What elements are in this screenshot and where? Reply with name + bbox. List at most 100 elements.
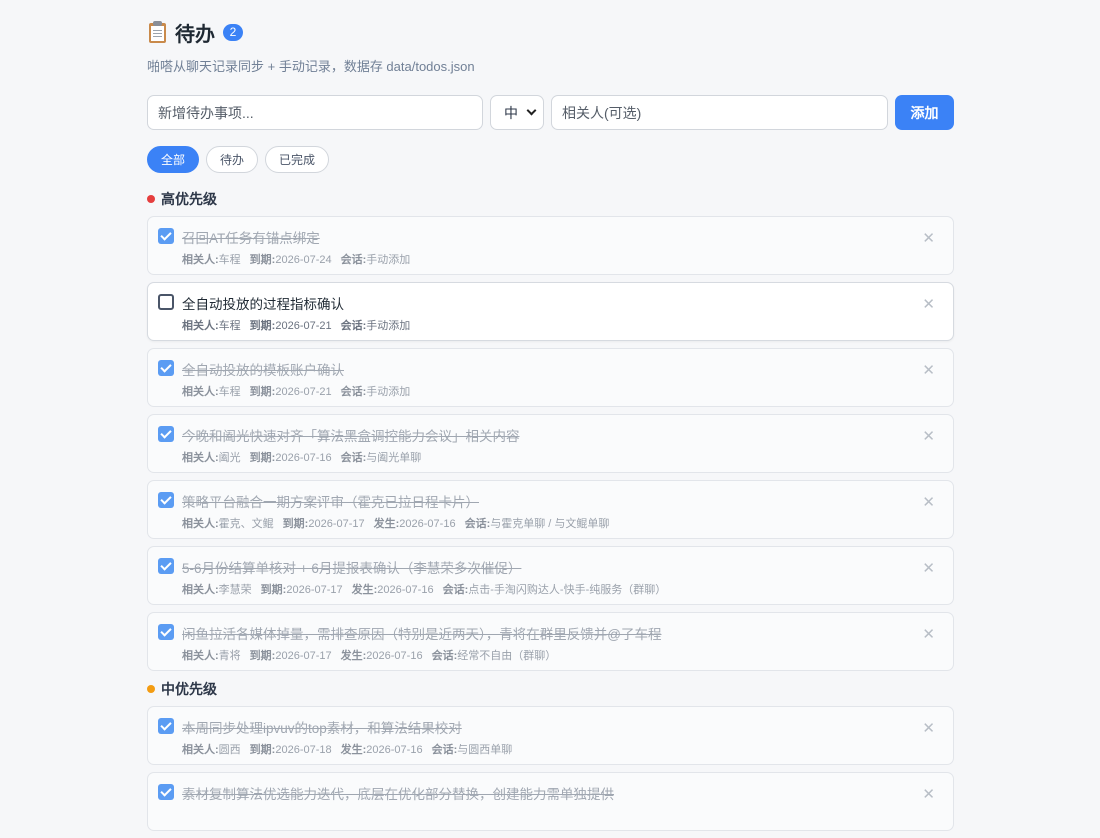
close-icon[interactable]: ✕	[922, 785, 935, 803]
checkbox-icon[interactable]	[158, 718, 174, 734]
meta-value: 阖光	[218, 452, 241, 464]
add-todo-form: 中 添加	[147, 95, 954, 130]
checkbox-icon[interactable]	[158, 294, 174, 310]
priority-dot-icon	[147, 685, 155, 693]
meta-key: 发生:	[373, 518, 400, 530]
meta-key: 会话:	[442, 584, 469, 596]
meta-key: 相关人:	[182, 650, 219, 662]
chevron-down-icon	[526, 105, 537, 116]
todo-meta: 相关人:阖光 到期:2026-07-16 会话:与阖光单聊	[182, 449, 430, 465]
todo-item: 闲鱼拉活各媒体掉量，需排查原因（特别是近两天），青将在群里反馈并@了车程 相关人:…	[147, 612, 954, 671]
checkbox-icon[interactable]	[158, 558, 174, 574]
meta-key: 发生:	[340, 650, 367, 662]
meta-key: 相关人:	[182, 518, 219, 530]
person-input[interactable]	[551, 95, 888, 130]
meta-key: 到期:	[249, 320, 276, 332]
meta-key: 会话:	[431, 744, 458, 756]
meta-key: 相关人:	[182, 744, 219, 756]
meta-value: 车程	[218, 386, 241, 398]
todo-list: 召回AT任务有锚点绑定 相关人:车程 到期:2026-07-24 会话:手动添加 ✕ 全自…	[147, 216, 954, 671]
close-icon[interactable]: ✕	[922, 559, 935, 577]
meta-value: 手动添加	[366, 386, 411, 398]
close-icon[interactable]: ✕	[922, 229, 935, 247]
meta-value: 2026-07-18	[275, 744, 332, 756]
clipboard-icon	[147, 20, 169, 44]
meta-value: 与圆西单聊	[457, 744, 513, 756]
meta-key: 到期:	[249, 254, 276, 266]
meta-key: 到期:	[249, 650, 276, 662]
todo-item: 今晚和阖光快速对齐「算法黑盒调控能力会议」相关内容 相关人:阖光 到期:2026-0…	[147, 414, 954, 473]
todo-title: 素材复制算法优选能力迭代，底层在优化部分替换，创建能力需单独提供	[182, 787, 614, 802]
meta-value: 李慧荣	[218, 584, 252, 596]
checkbox-icon[interactable]	[158, 492, 174, 508]
meta-value: 2026-07-16	[399, 518, 456, 530]
priority-dot-icon	[147, 195, 155, 203]
close-icon[interactable]: ✕	[922, 625, 935, 643]
meta-value: 圆西	[218, 744, 241, 756]
filter-tab[interactable]: 已完成	[265, 146, 330, 173]
add-button[interactable]: 添加	[895, 95, 954, 130]
close-icon[interactable]: ✕	[922, 427, 935, 445]
priority-section-header: 中优先级	[147, 680, 954, 698]
meta-value: 手动添加	[366, 254, 411, 266]
close-icon[interactable]: ✕	[922, 493, 935, 511]
todo-item: 本周同步处理ipvuv的top素材，和算法结果校对 相关人:圆西 到期:2026-0…	[147, 706, 954, 765]
todo-title: 全自动投放的模板账户确认	[182, 363, 344, 378]
priority-select-value: 中	[504, 104, 518, 121]
meta-value: 2026-07-16	[275, 452, 332, 464]
meta-key: 会话:	[340, 320, 367, 332]
meta-value: 2026-07-16	[366, 744, 423, 756]
meta-key: 相关人:	[182, 386, 219, 398]
meta-key: 到期:	[249, 452, 276, 464]
meta-value: 青将	[218, 650, 241, 662]
meta-value: 2026-07-21	[275, 320, 332, 332]
meta-value: 点击-手淘闪购达人-快手-纯服务（群聊）	[468, 584, 667, 596]
meta-value: 霍克、文鲲	[218, 518, 274, 530]
todo-item: 5-6月份结算单核对 + 6月提报表确认（李慧荣多次催促） 相关人:李慧荣 到期:2…	[147, 546, 954, 605]
close-icon[interactable]: ✕	[922, 295, 935, 313]
todo-count-badge: 2	[223, 23, 243, 41]
todo-meta: 相关人:李慧荣 到期:2026-07-17 发生:2026-07-16 会话:点击-手…	[182, 581, 675, 597]
page-subtitle: 啪嗒从聊天记录同步 + 手动记录，数据存 data/todos.json	[147, 59, 475, 74]
meta-value: 2026-07-24	[275, 254, 332, 266]
close-icon[interactable]: ✕	[922, 719, 935, 737]
meta-value: 经常不自由（群聊）	[457, 650, 557, 662]
todo-app: 待办 2 啪嗒从聊天记录同步 + 手动记录，数据存 data/todos.jso…	[147, 0, 954, 838]
meta-value: 与阖光单聊	[366, 452, 422, 464]
todo-item: 素材复制算法优选能力迭代，底层在优化部分替换，创建能力需单独提供 ✕	[147, 772, 954, 831]
checkbox-icon[interactable]	[158, 426, 174, 442]
todo-list: 本周同步处理ipvuv的top素材，和算法结果校对 相关人:圆西 到期:2026-0…	[147, 706, 954, 831]
meta-value: 2026-07-16	[366, 650, 423, 662]
meta-value: 2026-07-17	[308, 518, 365, 530]
priority-select[interactable]: 中	[490, 95, 544, 130]
filter-tab[interactable]: 全部	[147, 146, 200, 173]
checkbox-icon[interactable]	[158, 228, 174, 244]
checkbox-icon[interactable]	[158, 784, 174, 800]
checkbox-icon[interactable]	[158, 624, 174, 640]
section-title: 中优先级	[161, 681, 217, 697]
meta-key: 相关人:	[182, 254, 219, 266]
todo-meta: 相关人:车程 到期:2026-07-21 会话:手动添加	[182, 383, 419, 399]
meta-value: 车程	[218, 320, 241, 332]
checkbox-icon[interactable]	[158, 360, 174, 376]
todo-meta: 相关人:青将 到期:2026-07-17 发生:2026-07-16 会话:经常不自由…	[182, 647, 565, 663]
meta-key: 发生:	[340, 744, 367, 756]
meta-key: 会话:	[431, 650, 458, 662]
todo-title: 今晚和阖光快速对齐「算法黑盒调控能力会议」相关内容	[182, 429, 520, 444]
filter-tabs: 全部 待办 已完成	[147, 146, 954, 173]
meta-key: 发生:	[351, 584, 378, 596]
close-icon[interactable]: ✕	[922, 361, 935, 379]
filter-tab[interactable]: 待办	[206, 146, 259, 173]
todo-item: 策略平台融合一期方案评审（霍克已拉日程卡片） 相关人:霍克、文鲲 到期:2026-0…	[147, 480, 954, 539]
todo-item: 全自动投放的过程指标确认 相关人:车程 到期:2026-07-21 会话:手动添加 ✕	[147, 282, 954, 341]
meta-value: 2026-07-17	[286, 584, 343, 596]
todo-title: 策略平台融合一期方案评审（霍克已拉日程卡片）	[182, 495, 479, 510]
meta-key: 相关人:	[182, 452, 219, 464]
todo-meta: 相关人:车程 到期:2026-07-21 会话:手动添加	[182, 317, 419, 333]
todo-title: 召回AT任务有锚点绑定	[182, 231, 320, 246]
new-todo-input[interactable]	[147, 95, 483, 130]
page-header: 待办 2	[147, 18, 954, 46]
meta-value: 2026-07-16	[377, 584, 434, 596]
meta-key: 会话:	[340, 452, 367, 464]
meta-key: 到期:	[282, 518, 309, 530]
